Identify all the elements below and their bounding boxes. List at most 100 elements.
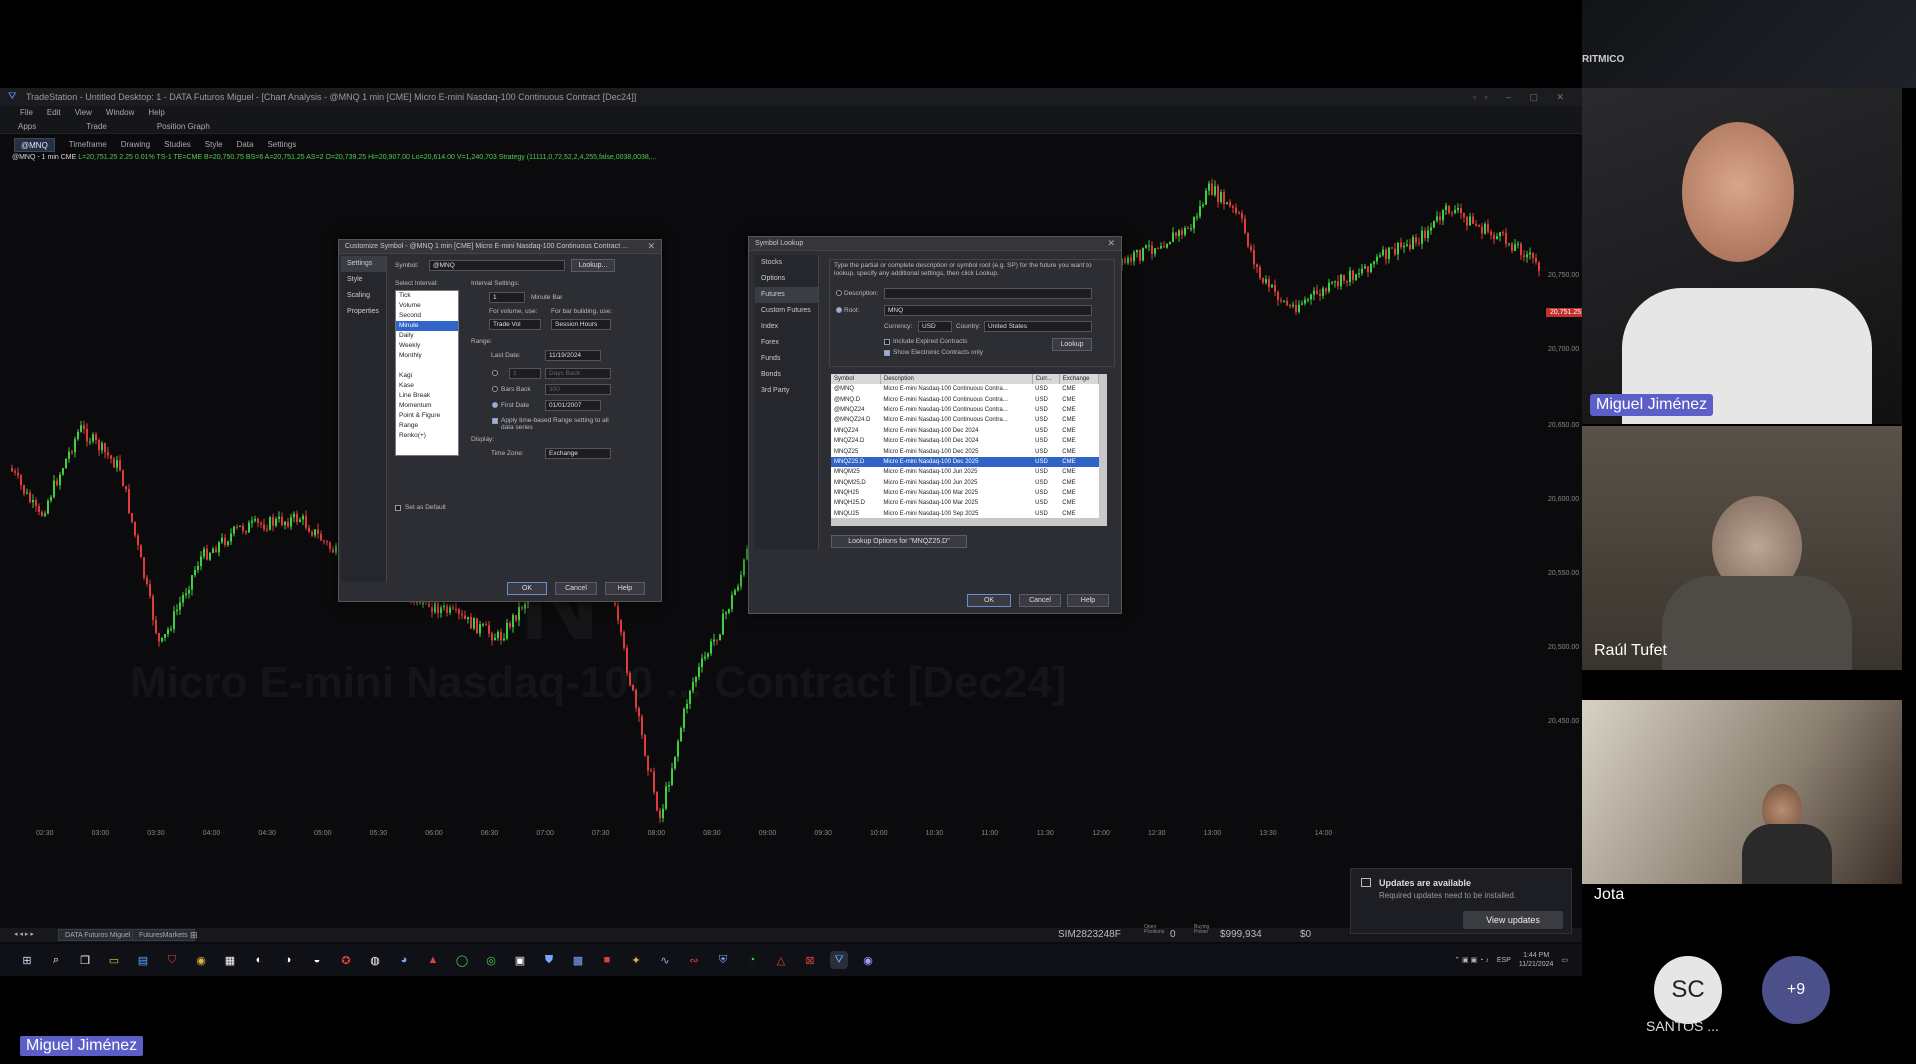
days-back-select[interactable]: Days Back <box>545 368 611 379</box>
menu-file[interactable]: File <box>20 106 33 120</box>
ok-button[interactable]: OK <box>967 594 1011 607</box>
data-button[interactable]: Data <box>237 138 254 152</box>
table-row[interactable]: MNQZ25.D Micro E-mini Nasdaq-100 Dec 2025… <box>831 456 1099 468</box>
lookup-category-item[interactable]: 3rd Party <box>755 383 818 399</box>
interval-item[interactable]: Kagi <box>396 371 458 381</box>
app-icon[interactable]: ◔ <box>743 951 761 969</box>
for-bar-select[interactable]: Session Hours <box>551 319 611 330</box>
video-tile-raul[interactable]: Raúl Tufet <box>1582 426 1902 670</box>
app-icon[interactable]: ◍ <box>366 951 384 969</box>
tab-style[interactable]: Style <box>341 272 386 288</box>
app-icon[interactable]: ⛨ <box>714 951 732 969</box>
menu-edit[interactable]: Edit <box>47 106 61 120</box>
bars-back-radio[interactable] <box>492 386 498 392</box>
interval-item[interactable]: Monthly <box>396 351 458 361</box>
position-graph-button[interactable]: Position Graph <box>157 120 210 133</box>
table-row[interactable]: MNQH25 Micro E-mini Nasdaq-100 Mar 2025 US… <box>831 488 1099 498</box>
tab-scaling[interactable]: Scaling <box>341 288 386 304</box>
include-expired-checkbox[interactable] <box>884 339 890 345</box>
more-participants-button[interactable]: +9 <box>1762 956 1830 1024</box>
lookup-category-item[interactable]: Forex <box>755 335 818 351</box>
app-icon[interactable]: ▩ <box>569 951 587 969</box>
add-tab-icon[interactable]: ⊞ <box>190 928 198 942</box>
close-icon[interactable]: ✕ <box>1107 238 1115 249</box>
lookup-options-button[interactable]: Lookup Options for "MNQZ25.D" <box>831 535 967 548</box>
cancel-button[interactable]: Cancel <box>555 582 597 595</box>
lookup-category-item[interactable]: Stocks <box>755 255 818 271</box>
interval-item[interactable]: Momentum <box>396 401 458 411</box>
app-icon[interactable]: ✪ <box>337 951 355 969</box>
style-button[interactable]: Style <box>205 138 223 152</box>
app-icon[interactable]: ◑ <box>279 951 297 969</box>
symbol-box[interactable]: @MNQ <box>14 138 55 152</box>
task-view-icon[interactable]: ❐ <box>76 951 94 969</box>
tab-properties[interactable]: Properties <box>341 304 386 320</box>
windows-start-icon[interactable]: ⊞ <box>18 951 36 969</box>
table-row[interactable]: @MNQ.D Micro E-mini Nasdaq-100 Continuous… <box>831 394 1099 404</box>
tradestation-app-icon[interactable]: ▤ <box>134 951 152 969</box>
tray-icons[interactable]: ⌃ ▣ ▣ ◔ ♪ <box>1454 956 1489 964</box>
cancel-button[interactable]: Cancel <box>1019 594 1061 607</box>
lookup-button[interactable]: Lookup <box>1052 338 1092 351</box>
participant-avatar[interactable]: SC <box>1654 956 1722 1024</box>
column-header[interactable]: Exchange <box>1059 374 1100 384</box>
interval-item[interactable]: Tick <box>396 291 458 301</box>
trade-button[interactable]: Trade <box>86 120 107 133</box>
interval-item[interactable]: Point & Figure <box>396 411 458 421</box>
interval-item[interactable]: Volume <box>396 301 458 311</box>
file-explorer-icon[interactable]: ▭ <box>105 951 123 969</box>
input-language[interactable]: ESP <box>1497 957 1511 964</box>
for-volume-select[interactable]: Trade Vol <box>489 319 541 330</box>
ok-button[interactable]: OK <box>507 582 547 595</box>
search-icon[interactable]: ⌕ <box>47 951 65 969</box>
interval-value-field[interactable]: 1 <box>489 292 525 303</box>
interval-item[interactable]: Daily <box>396 331 458 341</box>
lookup-category-item[interactable]: Futures <box>755 287 818 303</box>
studies-button[interactable]: Studies <box>164 138 191 152</box>
table-row[interactable]: MNQZ25 Micro E-mini Nasdaq-100 Dec 2025 US… <box>831 446 1099 456</box>
timeframe-button[interactable]: Timeframe <box>69 138 107 152</box>
app-icon[interactable]: ⛛ <box>830 951 848 969</box>
settings-button[interactable]: Settings <box>267 138 296 152</box>
column-header[interactable]: Description <box>880 374 1033 384</box>
first-date-radio[interactable] <box>492 402 498 408</box>
table-row[interactable]: MNQM25 Micro E-mini Nasdaq-100 Jun 2025 US… <box>831 467 1099 477</box>
apps-button[interactable]: Apps <box>18 120 36 133</box>
workspace-tab[interactable]: FuturesMarkets <box>132 929 195 941</box>
table-row[interactable]: @MNQ Micro E-mini Nasdaq-100 Continuous C… <box>831 384 1099 394</box>
close-icon[interactable]: ✕ <box>647 241 655 252</box>
last-date-field[interactable]: 11/19/2024 <box>545 350 601 361</box>
chrome-icon[interactable]: ◉ <box>192 951 210 969</box>
description-field[interactable] <box>884 288 1092 299</box>
range-count-field[interactable]: 1 <box>509 368 541 379</box>
table-row[interactable]: MNQZ24 Micro E-mini Nasdaq-100 Dec 2024 US… <box>831 426 1099 436</box>
app-icon[interactable]: ◒ <box>308 951 326 969</box>
lookup-category-item[interactable]: Index <box>755 319 818 335</box>
timezone-select[interactable]: Exchange <box>545 448 611 459</box>
results-hscrollbar[interactable] <box>831 518 1107 526</box>
view-updates-button[interactable]: View updates <box>1463 911 1563 929</box>
app-icon[interactable]: △ <box>772 951 790 969</box>
results-scrollbar[interactable] <box>1099 374 1107 518</box>
workspace-tab[interactable]: DATA Futuros Miguel <box>58 929 138 941</box>
tab-nav-arrows-icon[interactable]: ◂ ◂ ▸ ▸ <box>14 928 34 942</box>
column-header[interactable]: Curr... <box>1032 374 1060 384</box>
app-icon[interactable]: ∾ <box>685 951 703 969</box>
set-default-checkbox[interactable] <box>395 505 401 511</box>
interval-item[interactable]: Minute <box>396 321 458 331</box>
apply-range-checkbox[interactable] <box>492 418 498 424</box>
interval-item[interactable]: Range <box>396 421 458 431</box>
app-icon[interactable]: ▲ <box>424 951 442 969</box>
notifications-icon[interactable]: ▭ <box>1561 956 1568 964</box>
lookup-button[interactable]: Lookup... <box>571 259 615 272</box>
app-icon[interactable]: ⊠ <box>801 951 819 969</box>
app-icon[interactable]: ◐ <box>250 951 268 969</box>
video-tile-miguel[interactable]: Miguel Jiménez <box>1582 88 1902 424</box>
help-button[interactable]: Help <box>605 582 645 595</box>
menu-view[interactable]: View <box>75 106 92 120</box>
first-date-field[interactable]: 01/01/2007 <box>545 400 601 411</box>
table-row[interactable]: MNQH25.D Micro E-mini Nasdaq-100 Mar 2025… <box>831 498 1099 508</box>
results-table[interactable]: Symbol Description Curr... Exchange @MNQ Mic… <box>831 374 1100 520</box>
root-field[interactable]: MNQ <box>884 305 1092 316</box>
app-icon[interactable]: ◯ <box>453 951 471 969</box>
